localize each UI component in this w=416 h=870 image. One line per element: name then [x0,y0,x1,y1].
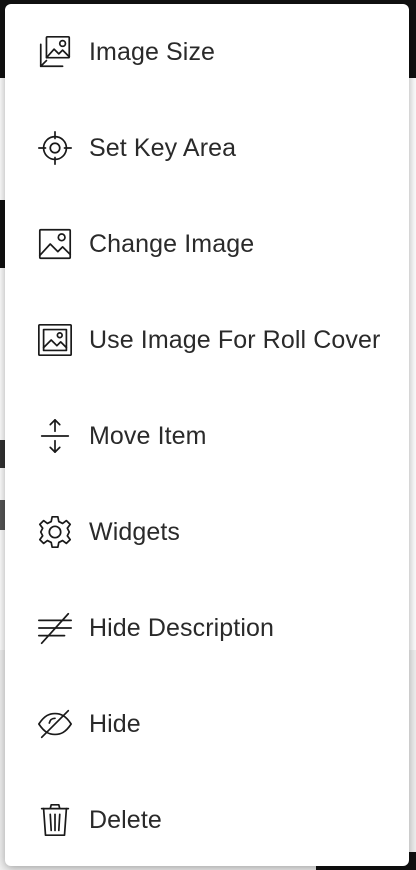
menu-item-label: Move Item [89,421,207,450]
menu-item-label: Use Image For Roll Cover [89,325,381,354]
menu-item-widgets[interactable]: Widgets [5,484,409,580]
menu-item-label: Hide [89,709,141,738]
menu-item-hide-description[interactable]: Hide Description [5,580,409,676]
menu-item-label: Delete [89,805,162,834]
gear-icon [35,512,75,552]
menu-item-move-item[interactable]: Move Item [5,388,409,484]
move-vertical-icon [35,416,75,456]
menu-list: Image Size Set Key Area Change Image Use… [5,4,409,868]
trash-icon [35,800,75,840]
image-size-icon [35,32,75,72]
menu-item-hide[interactable]: Hide [5,676,409,772]
eye-off-icon [35,704,75,744]
menu-item-label: Hide Description [89,613,275,642]
menu-item-delete[interactable]: Delete [5,772,409,868]
menu-item-label: Image Size [89,37,216,66]
image-icon [35,224,75,264]
crosshair-icon [35,128,75,168]
menu-item-label: Widgets [89,517,181,546]
menu-item-change-image[interactable]: Change Image [5,196,409,292]
text-strikethrough-icon [35,608,75,648]
menu-item-set-key-area[interactable]: Set Key Area [5,100,409,196]
menu-item-use-image-for-roll-cover[interactable]: Use Image For Roll Cover [5,292,409,388]
framed-image-icon [35,320,75,360]
menu-item-label: Change Image [89,229,255,258]
context-menu: Image Size Set Key Area Change Image Use… [5,4,409,866]
menu-item-image-size[interactable]: Image Size [5,4,409,100]
menu-item-label: Set Key Area [89,133,237,162]
